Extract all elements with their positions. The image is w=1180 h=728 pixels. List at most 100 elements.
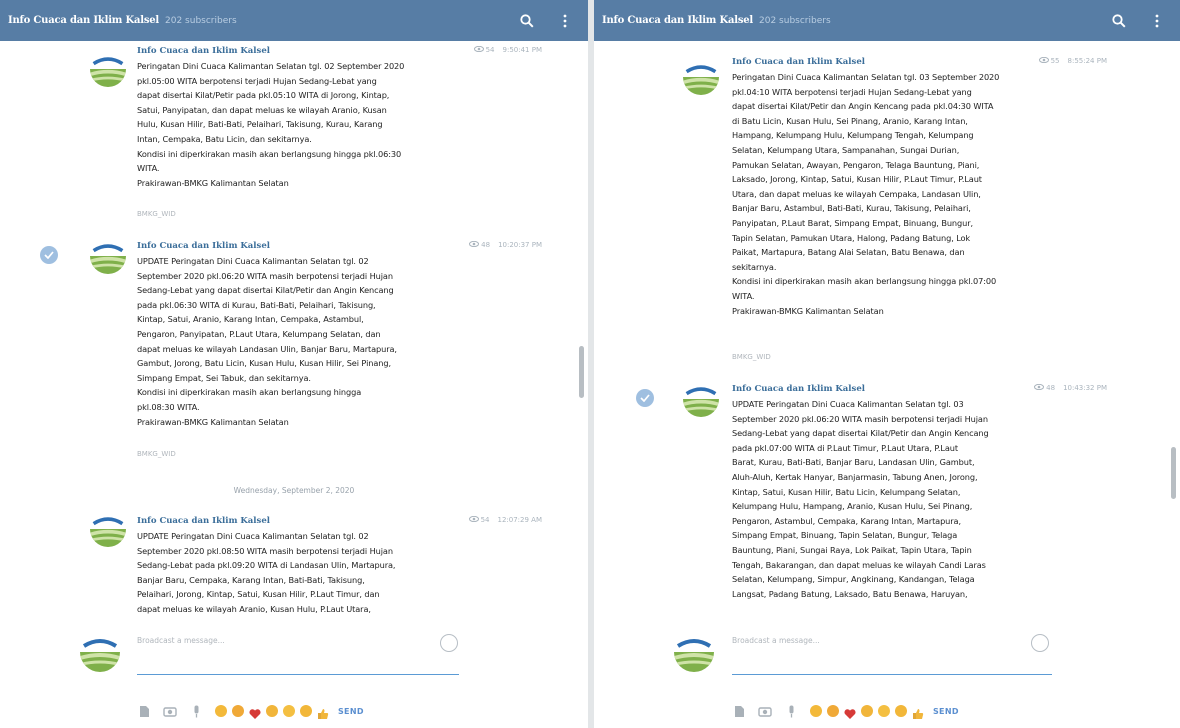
search-icon[interactable]: [1108, 10, 1130, 32]
message-text: UPDATE Peringatan Dini Cuaca Kalimantan …: [137, 256, 397, 427]
channel-avatar[interactable]: [90, 238, 126, 274]
message-author[interactable]: Info Cuaca dan Iklim Kalsel: [137, 241, 270, 251]
scrollbar-thumb[interactable]: [579, 346, 584, 398]
left-pane: Info Cuaca dan Iklim Kalsel 202 subscrib…: [0, 0, 588, 728]
message-author[interactable]: Info Cuaca dan Iklim Kalsel: [137, 46, 270, 56]
message-time[interactable]: 10:43:32 PM: [1063, 384, 1107, 392]
emoji-laugh-icon[interactable]: [810, 705, 822, 717]
subscriber-count: 202 subscribers: [759, 15, 831, 26]
input-underline: [137, 674, 459, 675]
views-icon: [1034, 383, 1045, 392]
smiley-icon[interactable]: [1031, 634, 1049, 652]
channel-header: Info Cuaca dan Iklim Kalsel 202 subscrib…: [0, 0, 588, 41]
message-time[interactable]: 10:20:37 PM: [498, 241, 542, 249]
composer-toolbar: SEND: [137, 704, 364, 719]
message-signature: BMKG_WID: [137, 210, 176, 218]
emoji-smile-icon[interactable]: [895, 705, 907, 717]
message: Info Cuaca dan Iklim Kalsel 48 10:20:37 …: [0, 234, 588, 474]
message-author[interactable]: Info Cuaca dan Iklim Kalsel: [732, 57, 865, 67]
emoji-heart-eyes-icon[interactable]: [266, 705, 278, 717]
scrollbar-thumb[interactable]: [1171, 447, 1176, 499]
composer-avatar[interactable]: [80, 632, 120, 672]
message: Info Cuaca dan Iklim Kalsel 48 10:43:32 …: [594, 375, 1180, 622]
message-header: Info Cuaca dan Iklim Kalsel 55 8:55:24 P…: [732, 56, 1107, 67]
channel-avatar[interactable]: [683, 59, 719, 95]
view-count: 54: [485, 46, 495, 54]
camera-icon[interactable]: [163, 704, 177, 718]
emoji-heart-eyes-icon[interactable]: [861, 705, 873, 717]
message-header: Info Cuaca dan Iklim Kalsel 48 10:20:37 …: [137, 240, 542, 251]
message-meta: 48 10:20:37 PM: [469, 240, 542, 249]
composer: Broadcast a message... SEND: [0, 622, 588, 728]
right-pane: Info Cuaca dan Iklim Kalsel 202 subscrib…: [594, 0, 1180, 728]
message-history[interactable]: Info Cuaca dan Iklim Kalsel 54 9:50:41 P…: [0, 41, 588, 622]
emoji-smile-icon[interactable]: [300, 705, 312, 717]
message-meta: 54 9:50:41 PM: [473, 45, 542, 54]
message-time[interactable]: 8:55:24 PM: [1068, 57, 1107, 65]
channel-avatar[interactable]: [683, 381, 719, 417]
emoji-laugh-icon[interactable]: [215, 705, 227, 717]
send-button[interactable]: SEND: [338, 707, 364, 716]
message-text: Peringatan Dini Cuaca Kalimantan Selatan…: [137, 61, 405, 188]
send-button[interactable]: SEND: [933, 707, 959, 716]
emoji-kiss-icon[interactable]: [827, 705, 839, 717]
more-vertical-icon[interactable]: [1146, 10, 1168, 32]
emoji-grin-icon[interactable]: [283, 705, 295, 717]
message-signature: BMKG_WID: [137, 450, 176, 458]
message: Info Cuaca dan Iklim Kalsel 54 12:07:29 …: [0, 507, 588, 622]
selected-check-icon[interactable]: [636, 389, 654, 407]
view-count: 54: [480, 516, 490, 524]
subscriber-count: 202 subscribers: [165, 15, 237, 26]
message-text: Peringatan Dini Cuaca Kalimantan Selatan…: [732, 72, 1000, 316]
composer: Broadcast a message... SEND: [594, 622, 1180, 728]
view-count: 48: [1046, 384, 1056, 392]
emoji-kiss-icon[interactable]: [232, 705, 244, 717]
message-meta: 55 8:55:24 PM: [1038, 56, 1107, 65]
composer-avatar[interactable]: [674, 632, 714, 672]
message-author[interactable]: Info Cuaca dan Iklim Kalsel: [732, 384, 865, 394]
message-header: Info Cuaca dan Iklim Kalsel 48 10:43:32 …: [732, 383, 1107, 394]
microphone-icon[interactable]: [784, 704, 798, 718]
channel-avatar[interactable]: [90, 51, 126, 87]
message: Info Cuaca dan Iklim Kalsel 54 9:50:41 P…: [0, 41, 588, 221]
microphone-icon[interactable]: [189, 704, 203, 718]
channel-title[interactable]: Info Cuaca dan Iklim Kalsel: [602, 15, 753, 26]
selected-check-icon[interactable]: [40, 246, 58, 264]
message: Info Cuaca dan Iklim Kalsel 55 8:55:24 P…: [594, 53, 1180, 373]
message-signature: BMKG_WID: [732, 353, 771, 361]
message-time[interactable]: 9:50:41 PM: [503, 46, 542, 54]
view-count: 55: [1050, 57, 1060, 65]
message-history[interactable]: Info Cuaca dan Iklim Kalsel 55 8:55:24 P…: [594, 41, 1180, 622]
search-icon[interactable]: [516, 10, 538, 32]
message-meta: 48 10:43:32 PM: [1034, 383, 1107, 392]
message-input[interactable]: Broadcast a message...: [732, 630, 1022, 666]
views-icon: [1038, 56, 1049, 65]
smiley-icon[interactable]: [440, 634, 458, 652]
emoji-grin-icon[interactable]: [878, 705, 890, 717]
message-text: UPDATE Peringatan Dini Cuaca Kalimantan …: [732, 399, 989, 599]
channel-title[interactable]: Info Cuaca dan Iklim Kalsel: [8, 15, 159, 26]
message-author[interactable]: Info Cuaca dan Iklim Kalsel: [137, 516, 270, 526]
message-meta: 54 12:07:29 AM: [468, 515, 543, 524]
message-header: Info Cuaca dan Iklim Kalsel 54 9:50:41 P…: [137, 45, 542, 56]
emoji-thumbs-up-icon[interactable]: [317, 705, 329, 719]
attach-file-icon[interactable]: [137, 704, 151, 718]
emoji-heart-icon[interactable]: [249, 705, 261, 719]
message-header: Info Cuaca dan Iklim Kalsel 54 12:07:29 …: [137, 515, 543, 526]
message-time[interactable]: 12:07:29 AM: [498, 516, 543, 524]
date-separator: Wednesday, September 2, 2020: [233, 486, 355, 495]
channel-avatar[interactable]: [90, 511, 126, 547]
views-icon: [468, 515, 479, 524]
message-text: UPDATE Peringatan Dini Cuaca Kalimantan …: [137, 531, 396, 614]
views-icon: [473, 45, 484, 54]
emoji-thumbs-up-icon[interactable]: [912, 705, 924, 719]
emoji-heart-icon[interactable]: [844, 705, 856, 719]
camera-icon[interactable]: [758, 704, 772, 718]
screen: Info Cuaca dan Iklim Kalsel 202 subscrib…: [0, 0, 1180, 728]
attach-file-icon[interactable]: [732, 704, 746, 718]
views-icon: [469, 240, 480, 249]
message-input[interactable]: Broadcast a message...: [137, 630, 427, 666]
view-count: 48: [481, 241, 491, 249]
input-underline: [732, 674, 1052, 675]
more-vertical-icon[interactable]: [554, 10, 576, 32]
